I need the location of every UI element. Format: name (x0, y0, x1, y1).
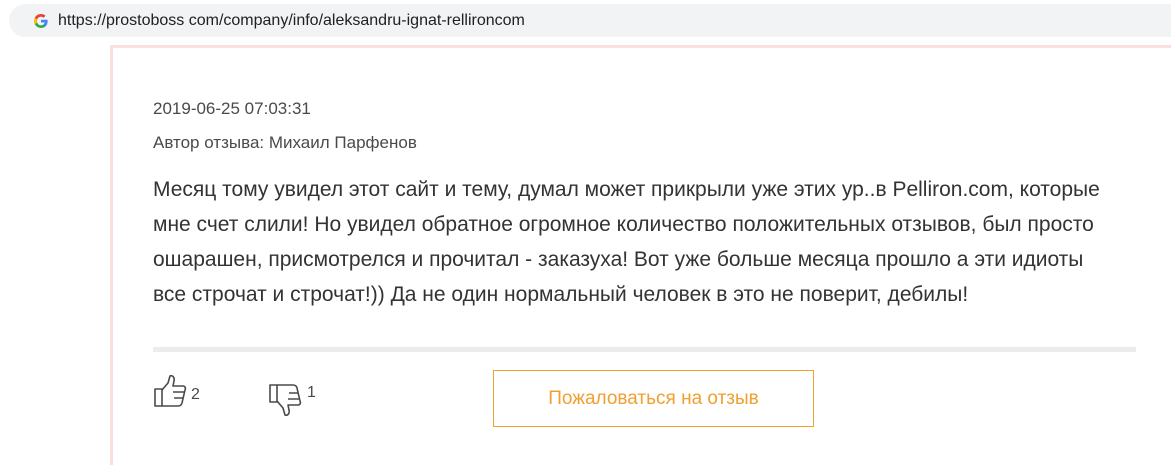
thumbs-up-icon (154, 374, 187, 407)
browser-address-bar: https://prostoboss com/company/info/alek… (0, 0, 1171, 40)
google-g-icon (34, 14, 48, 28)
like-button[interactable]: 2 (153, 374, 200, 408)
review-author: Автор отзыва: Михаил Парфенов (153, 133, 417, 152)
thumbs-down-icon (269, 384, 302, 416)
url-text: https://prostoboss com/company/info/alek… (58, 12, 525, 29)
url-field[interactable]: https://prostoboss com/company/info/alek… (9, 4, 1171, 37)
review-text: Месяц тому увидел этот сайт и тему, дума… (153, 178, 1100, 306)
review-date: 2019-06-25 07:03:31 (153, 99, 311, 118)
divider (153, 347, 1136, 352)
dislike-count: 1 (307, 384, 316, 401)
report-review-button[interactable]: Пожаловаться на отзыв (493, 370, 814, 427)
dislike-button[interactable]: 1 (268, 382, 316, 416)
like-count: 2 (191, 386, 200, 403)
